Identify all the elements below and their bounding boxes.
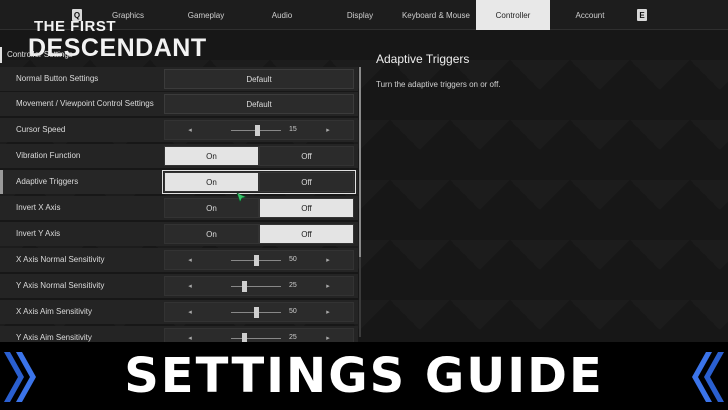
setting-row-movement-viewpoint[interactable]: Movement / Viewpoint Control Settings De… (0, 92, 358, 116)
setting-label: Invert Y Axis (16, 229, 61, 238)
invert-x-toggle[interactable]: On Off (164, 198, 354, 218)
x-axis-normal-sensitivity-slider[interactable]: ◂ 50 ▸ (164, 250, 354, 270)
banner-title: SETTINGS GUIDE (124, 348, 604, 404)
toggle-on-option[interactable]: On (164, 146, 259, 166)
setting-label: Y Axis Normal Sensitivity (16, 281, 105, 290)
y-axis-normal-sensitivity-slider[interactable]: ◂ 25 ▸ (164, 276, 354, 296)
slider-track (231, 286, 281, 287)
key-hint-e: E (637, 9, 647, 21)
toggle-off-option[interactable]: Off (259, 146, 354, 166)
decrease-arrow-icon[interactable]: ◂ (183, 303, 197, 321)
cursor-speed-slider[interactable]: ◂ 15 ▸ (164, 120, 354, 140)
mouse-cursor-icon (236, 192, 247, 203)
description-text: Turn the adaptive triggers on or off. (376, 80, 501, 89)
slider-value: 50 (289, 308, 297, 315)
setting-label: Movement / Viewpoint Control Settings (16, 99, 154, 108)
movement-viewpoint-settings-button[interactable]: Default (164, 94, 354, 114)
setting-row-x-normal[interactable]: X Axis Normal Sensitivity ◂ 50 ▸ (0, 248, 358, 272)
bottom-banner: SETTINGS GUIDE (0, 342, 728, 410)
slider-value: 50 (289, 256, 297, 263)
slider-thumb[interactable] (254, 307, 259, 318)
setting-label: Invert X Axis (16, 203, 61, 212)
slider-thumb[interactable] (254, 255, 259, 266)
slider-track (231, 338, 281, 339)
slider-value: 15 (289, 126, 297, 133)
increase-arrow-icon[interactable]: ▸ (321, 251, 335, 269)
setting-row-invert-y[interactable]: Invert Y Axis On Off (0, 222, 358, 246)
tab-audio[interactable]: Audio (248, 0, 316, 30)
toggle-on-option[interactable]: On (164, 224, 259, 244)
toggle-off-option[interactable]: Off (259, 198, 354, 218)
increase-arrow-icon[interactable]: ▸ (321, 121, 335, 139)
slider-thumb[interactable] (241, 281, 247, 292)
tab-controller[interactable]: Controller (476, 0, 550, 30)
settings-scrollbar[interactable] (359, 67, 361, 337)
toggle-off-option[interactable]: Off (259, 224, 354, 244)
x-axis-aim-sensitivity-slider[interactable]: ◂ 50 ▸ (164, 302, 354, 322)
increase-arrow-icon[interactable]: ▸ (321, 277, 335, 295)
vibration-toggle[interactable]: On Off (164, 146, 354, 166)
setting-row-vibration[interactable]: Vibration Function On Off (0, 144, 358, 168)
double-chevron-right-icon (692, 352, 724, 402)
double-chevron-left-icon (4, 352, 36, 402)
slider-thumb[interactable] (255, 125, 260, 136)
setting-row-invert-x[interactable]: Invert X Axis On Off (0, 196, 358, 220)
slider-value: 25 (289, 282, 297, 289)
description-title: Adaptive Triggers (376, 52, 470, 66)
tab-display[interactable]: Display (324, 0, 396, 30)
setting-label: Adaptive Triggers (16, 177, 79, 186)
toggle-off-option[interactable]: Off (259, 172, 354, 192)
setting-label: Vibration Function (16, 151, 81, 160)
increase-arrow-icon[interactable]: ▸ (321, 303, 335, 321)
tab-account[interactable]: Account (556, 0, 624, 30)
setting-row-adaptive-triggers[interactable]: Adaptive Triggers On Off (0, 170, 358, 194)
scrollbar-thumb[interactable] (359, 67, 361, 257)
normal-button-settings-button[interactable]: Default (164, 69, 354, 89)
decrease-arrow-icon[interactable]: ◂ (183, 251, 197, 269)
setting-label: Cursor Speed (16, 125, 66, 134)
decrease-arrow-icon[interactable]: ◂ (183, 121, 197, 139)
section-title: Controller Settings (0, 47, 200, 63)
setting-row-y-normal[interactable]: Y Axis Normal Sensitivity ◂ 25 ▸ (0, 274, 358, 298)
tab-keyboard-mouse[interactable]: Keyboard & Mouse (398, 0, 474, 30)
setting-label: Normal Button Settings (16, 74, 99, 83)
toggle-on-option[interactable]: On (164, 172, 259, 192)
invert-y-toggle[interactable]: On Off (164, 224, 354, 244)
setting-row-cursor-speed[interactable]: Cursor Speed ◂ 15 ▸ (0, 118, 358, 142)
decrease-arrow-icon[interactable]: ◂ (183, 277, 197, 295)
adaptive-triggers-toggle[interactable]: On Off (162, 170, 356, 194)
setting-row-normal-button[interactable]: Normal Button Settings Default (0, 67, 358, 91)
logo-line-1: THE FIRST (34, 18, 116, 35)
setting-label: X Axis Aim Sensitivity (16, 307, 93, 316)
setting-label: X Axis Normal Sensitivity (16, 255, 105, 264)
setting-row-x-aim[interactable]: X Axis Aim Sensitivity ◂ 50 ▸ (0, 300, 358, 324)
